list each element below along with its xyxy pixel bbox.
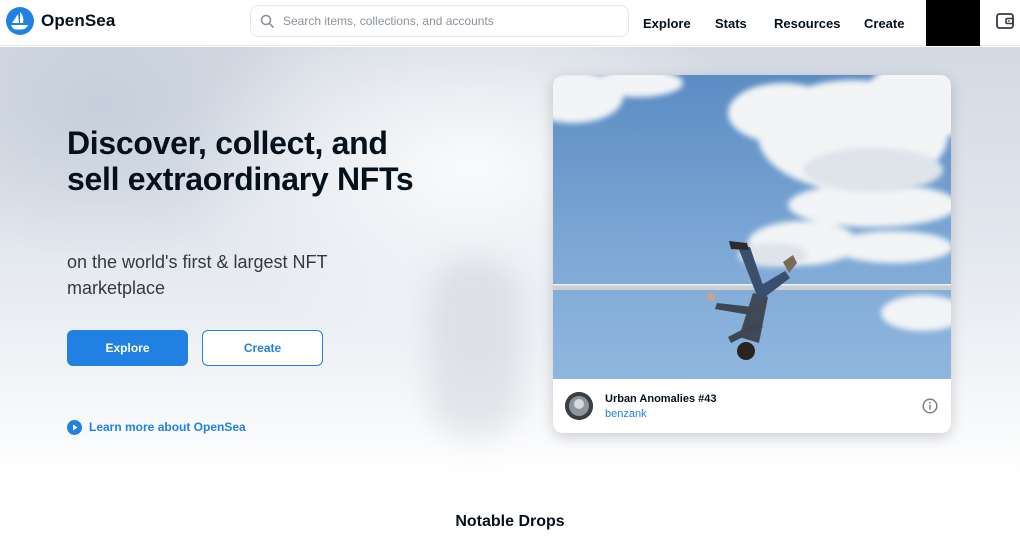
featured-nft-image[interactable]: [553, 75, 951, 379]
wallet-icon[interactable]: [994, 10, 1016, 32]
profile-button[interactable]: [926, 0, 980, 46]
featured-nft-info: Urban Anomalies #43 benzank: [553, 379, 951, 433]
play-icon: [67, 419, 82, 435]
search-input[interactable]: [283, 14, 613, 28]
nav-explore[interactable]: Explore: [643, 0, 691, 46]
avatar[interactable]: [565, 392, 593, 420]
background-blur-decoration: [430, 257, 520, 437]
nav-resources[interactable]: Resources: [774, 0, 840, 46]
learn-more-link[interactable]: Learn more about OpenSea: [67, 418, 246, 436]
top-navigation-bar: OpenSea Explore Stats Resources Create: [0, 0, 1020, 46]
nav-stats[interactable]: Stats: [715, 0, 747, 46]
nft-name[interactable]: Urban Anomalies #43: [605, 393, 716, 405]
nav-create[interactable]: Create: [864, 0, 904, 46]
learn-more-label: Learn more about OpenSea: [89, 420, 246, 434]
brand-name: OpenSea: [41, 11, 116, 30]
opensea-home-link[interactable]: OpenSea: [6, 6, 115, 36]
featured-nft-card[interactable]: Urban Anomalies #43 benzank: [553, 75, 951, 433]
info-icon[interactable]: [922, 398, 938, 414]
hero-title: Discover, collect, and sell extraordinar…: [67, 125, 414, 197]
notable-drops-heading: Notable Drops: [455, 513, 565, 530]
hero-subtitle: on the world's first & largest NFT marke…: [67, 252, 328, 298]
opensea-logo-icon: [6, 7, 34, 35]
search-icon: [251, 6, 283, 36]
creator-link[interactable]: benzank: [605, 408, 647, 420]
create-button[interactable]: Create: [202, 330, 323, 366]
search-bar: [250, 5, 629, 37]
explore-button[interactable]: Explore: [67, 330, 188, 366]
